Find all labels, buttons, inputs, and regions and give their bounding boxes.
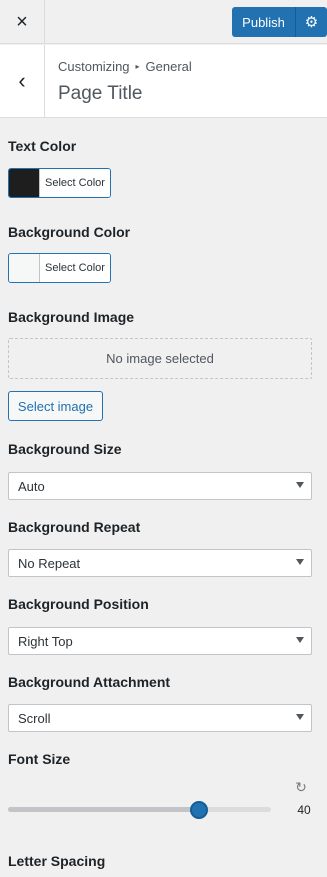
reset-icon[interactable]: ↻ [293,779,309,795]
image-placeholder[interactable]: No image selected [8,338,312,379]
background-image-label: Background Image [8,309,135,325]
background-repeat-value: No Repeat [18,555,81,571]
font-size-label: Font Size [8,751,71,767]
text-color-swatch [9,169,40,197]
gear-icon: ⚙ [304,14,319,31]
background-attachment-value: Scroll [18,710,51,726]
publish-group: Publish ⚙ [232,7,327,37]
text-color-label: Text Color [8,138,77,154]
background-color-label: Background Color [8,224,131,240]
customizer-header: × Publish ⚙ [0,0,327,44]
font-size-slider-fill [8,807,199,812]
breadcrumb: Customizing ▸ General [58,59,192,74]
chevron-down-icon [296,559,304,565]
close-button[interactable]: × [0,0,45,44]
breadcrumb-child: General [145,59,192,74]
background-position-label: Background Position [8,596,149,612]
section-header: ‹ Customizing ▸ General Page Title [0,45,327,118]
publish-settings-button[interactable]: ⚙ [296,7,327,37]
background-attachment-select[interactable]: Scroll [8,704,312,732]
chevron-left-icon: ‹ [18,68,26,93]
background-position-value: Right Top [18,633,73,649]
close-icon: × [16,10,28,33]
chevron-down-icon [296,637,304,643]
publish-button[interactable]: Publish [232,7,296,37]
background-repeat-select[interactable]: No Repeat [8,549,312,577]
text-color-button-label: Select Color [40,169,110,197]
font-size-value: 40 [297,803,311,817]
background-color-swatch [9,254,40,282]
letter-spacing-label: Letter Spacing [8,853,106,869]
chevron-down-icon [296,714,304,720]
background-color-button-label: Select Color [40,254,110,282]
font-size-slider-handle[interactable] [189,801,208,819]
text-color-button[interactable]: Select Color [8,168,111,198]
select-image-button[interactable]: Select image [8,391,103,421]
chevron-down-icon [296,482,304,488]
background-size-select[interactable]: Auto [8,472,312,500]
background-attachment-label: Background Attachment [8,674,171,690]
section-title: Page Title [58,83,143,104]
background-position-select[interactable]: Right Top [8,627,312,655]
background-color-button[interactable]: Select Color [8,253,111,283]
back-button[interactable]: ‹ [0,45,45,117]
background-size-value: Auto [18,478,45,494]
font-size-slider-track[interactable] [8,807,271,812]
background-size-label: Background Size [8,441,122,457]
background-repeat-label: Background Repeat [8,519,141,535]
breadcrumb-parent: Customizing [58,59,130,74]
breadcrumb-separator-icon: ▸ [135,62,140,71]
